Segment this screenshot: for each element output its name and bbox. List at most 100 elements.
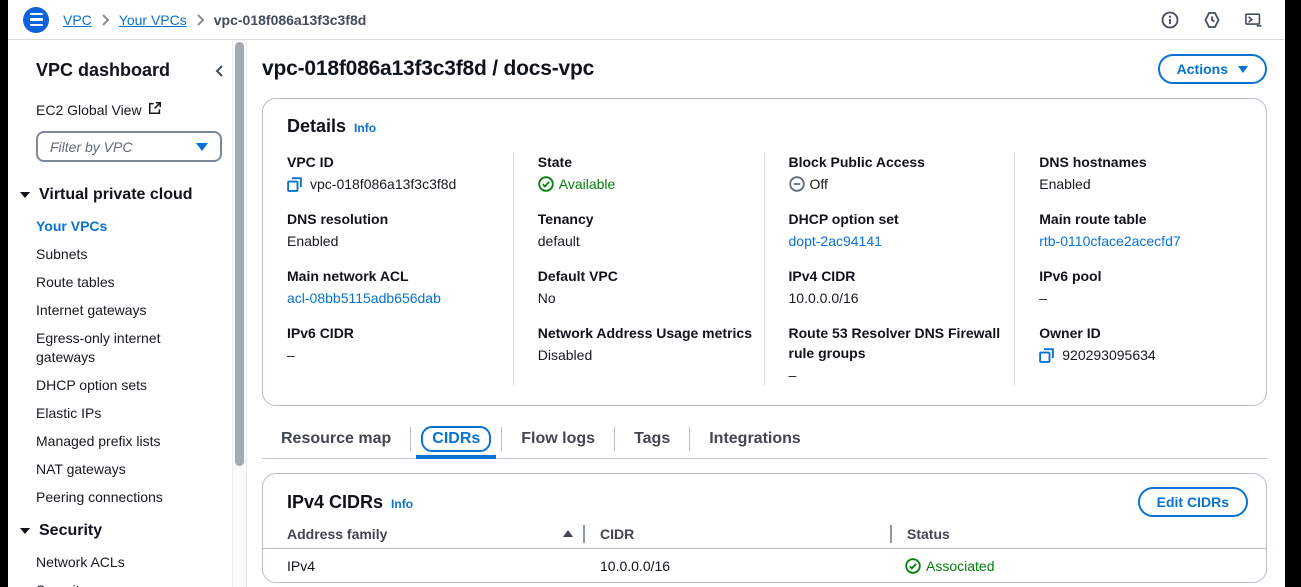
copy-icon[interactable] — [1039, 348, 1054, 363]
network-acl-link[interactable]: acl-08bb5115adb656dab — [287, 288, 441, 308]
chevron-down-icon — [1238, 66, 1248, 73]
tab-label: Tags — [634, 430, 670, 448]
tab-integrations[interactable]: Integrations — [690, 420, 820, 458]
sidebar-item-security-groups[interactable]: Security groups — [36, 581, 226, 587]
field-block-public-access: Block Public Access Off — [789, 152, 1007, 194]
field-label: DNS hostnames — [1039, 152, 1258, 172]
details-column-2: State Available Tenancy def — [514, 152, 765, 385]
field-value: – — [789, 365, 797, 385]
external-link-icon — [148, 101, 162, 118]
field-value: Off — [810, 174, 828, 194]
tab-cidrs[interactable]: CIDRs — [411, 420, 501, 458]
field-label: Default VPC — [538, 266, 756, 286]
filter-by-vpc-dropdown[interactable]: Filter by VPC — [36, 131, 222, 162]
section-label: Security — [39, 522, 102, 540]
field-value: Available — [559, 174, 616, 194]
sidebar-item-internet-gateways[interactable]: Internet gateways — [36, 301, 226, 320]
sidebar-item-subnets[interactable]: Subnets — [36, 245, 226, 264]
chevron-down-icon — [196, 143, 208, 151]
tabs-bar: Resource map CIDRs Flow logs Tags — [262, 420, 1267, 459]
details-column-4: DNS hostnames Enabled Main route table r… — [1015, 152, 1266, 385]
filter-placeholder: Filter by VPC — [50, 139, 132, 155]
field-label: Owner ID — [1039, 323, 1258, 343]
breadcrumb-link-your-vpcs[interactable]: Your VPCs — [119, 12, 187, 28]
info-icon[interactable] — [1161, 11, 1179, 29]
breadcrumb-link-vpc[interactable]: VPC — [63, 12, 92, 28]
field-value: – — [287, 345, 295, 365]
column-header-label: CIDR — [600, 526, 634, 542]
field-label: DHCP option set — [789, 209, 1007, 229]
sidebar-section-vpc: Virtual private cloud Your VPCs Subnets … — [36, 186, 226, 507]
tab-resource-map[interactable]: Resource map — [262, 420, 410, 458]
edit-cidrs-button[interactable]: Edit CIDRs — [1138, 487, 1248, 517]
sidebar: VPC dashboard EC2 Global View Filter by … — [8, 40, 232, 587]
chevron-right-icon — [101, 14, 110, 26]
field-value: Disabled — [538, 345, 592, 365]
field-dhcp-option-set: DHCP option set dopt-2ac94141 — [789, 209, 1007, 251]
edit-cidrs-button-label: Edit CIDRs — [1157, 494, 1229, 510]
chevron-right-icon — [196, 14, 205, 26]
sidebar-title: VPC dashboard — [36, 60, 170, 81]
section-header-virtual-private-cloud[interactable]: Virtual private cloud — [20, 186, 226, 204]
dhcp-option-set-link[interactable]: dopt-2ac94141 — [789, 231, 882, 251]
sidebar-scrollbar[interactable] — [232, 40, 247, 587]
field-label: Network Address Usage metrics — [538, 323, 756, 343]
column-header-address-family[interactable]: Address family — [287, 526, 583, 542]
collapse-sidebar-icon[interactable] — [214, 64, 224, 78]
details-column-1: VPC ID vpc-018f086a13f3c3f8d DNS resolut… — [263, 152, 514, 385]
sidebar-item-route-tables[interactable]: Route tables — [36, 273, 226, 292]
section-header-security[interactable]: Security — [20, 522, 226, 540]
section-expand-icon — [20, 192, 30, 198]
ipv4-cidrs-card: IPv4 CIDRs Info Edit CIDRs Address famil… — [262, 473, 1267, 583]
copy-icon[interactable] — [287, 177, 302, 192]
field-tenancy: Tenancy default — [538, 209, 756, 251]
actions-button[interactable]: Actions — [1158, 54, 1267, 84]
tab-label: Flow logs — [521, 430, 595, 448]
tab-flow-logs[interactable]: Flow logs — [502, 420, 614, 458]
ec2-global-view-link[interactable]: EC2 Global View — [36, 101, 226, 118]
field-vpc-id: VPC ID vpc-018f086a13f3c3f8d — [287, 152, 505, 194]
details-info-link[interactable]: Info — [354, 121, 376, 135]
sidebar-item-nat-gateways[interactable]: NAT gateways — [36, 460, 226, 479]
main-content: vpc-018f086a13f3c3f8d / docs-vpc Actions… — [247, 40, 1285, 587]
tab-tags[interactable]: Tags — [615, 420, 689, 458]
details-title: Details — [287, 116, 346, 137]
topbar-utilities — [1161, 11, 1263, 29]
field-label: State — [538, 152, 756, 172]
cloudshell-icon[interactable] — [1245, 11, 1263, 29]
ipv4-cidrs-info-link[interactable]: Info — [391, 497, 413, 511]
field-label: Tenancy — [538, 209, 756, 229]
sidebar-item-dhcp-option-sets[interactable]: DHCP option sets — [36, 376, 226, 395]
details-column-3: Block Public Access Off DHCP option set — [765, 152, 1016, 385]
sidebar-item-your-vpcs[interactable]: Your VPCs — [36, 217, 226, 236]
hamburger-menu-icon[interactable] — [23, 7, 49, 33]
breadcrumb: VPC Your VPCs vpc-018f086a13f3c3f8d — [63, 12, 366, 28]
table-header-row: Address family CIDR Status — [263, 525, 1266, 549]
field-dns-resolution: DNS resolution Enabled — [287, 209, 505, 251]
field-value: Enabled — [287, 231, 338, 251]
field-default-vpc: Default VPC No — [538, 266, 756, 308]
field-label: Route 53 Resolver DNS Firewall rule grou… — [789, 323, 1007, 363]
field-value: No — [538, 288, 556, 308]
sidebar-item-egress-only-internet-gateways[interactable]: Egress-only internet gateways — [36, 329, 226, 367]
section-expand-icon — [20, 528, 30, 534]
field-owner-id: Owner ID 920293095634 — [1039, 323, 1258, 365]
sidebar-item-elastic-ips[interactable]: Elastic IPs — [36, 404, 226, 423]
sidebar-item-peering-connections[interactable]: Peering connections — [36, 488, 226, 507]
field-state: State Available — [538, 152, 756, 194]
field-network-address-usage-metrics: Network Address Usage metrics Disabled — [538, 323, 756, 365]
field-ipv6-cidr: IPv6 CIDR – — [287, 323, 505, 365]
column-header-status: Status — [892, 526, 1242, 542]
check-circle-icon — [538, 176, 554, 192]
aws-console-window: VPC Your VPCs vpc-018f086a13f3c3f8d — [8, 0, 1285, 587]
route-table-link[interactable]: rtb-0110cface2acecfd7 — [1039, 231, 1180, 251]
field-value: vpc-018f086a13f3c3f8d — [310, 174, 456, 194]
tab-label: Integrations — [709, 430, 801, 448]
hexagon-clock-icon[interactable] — [1203, 11, 1221, 29]
cell-status: Associated — [890, 558, 1242, 574]
scrollbar-thumb[interactable] — [235, 42, 244, 466]
minus-circle-icon — [789, 176, 805, 192]
sidebar-item-managed-prefix-lists[interactable]: Managed prefix lists — [36, 432, 226, 451]
field-value: Enabled — [1039, 174, 1090, 194]
sidebar-item-network-acls[interactable]: Network ACLs — [36, 553, 226, 572]
